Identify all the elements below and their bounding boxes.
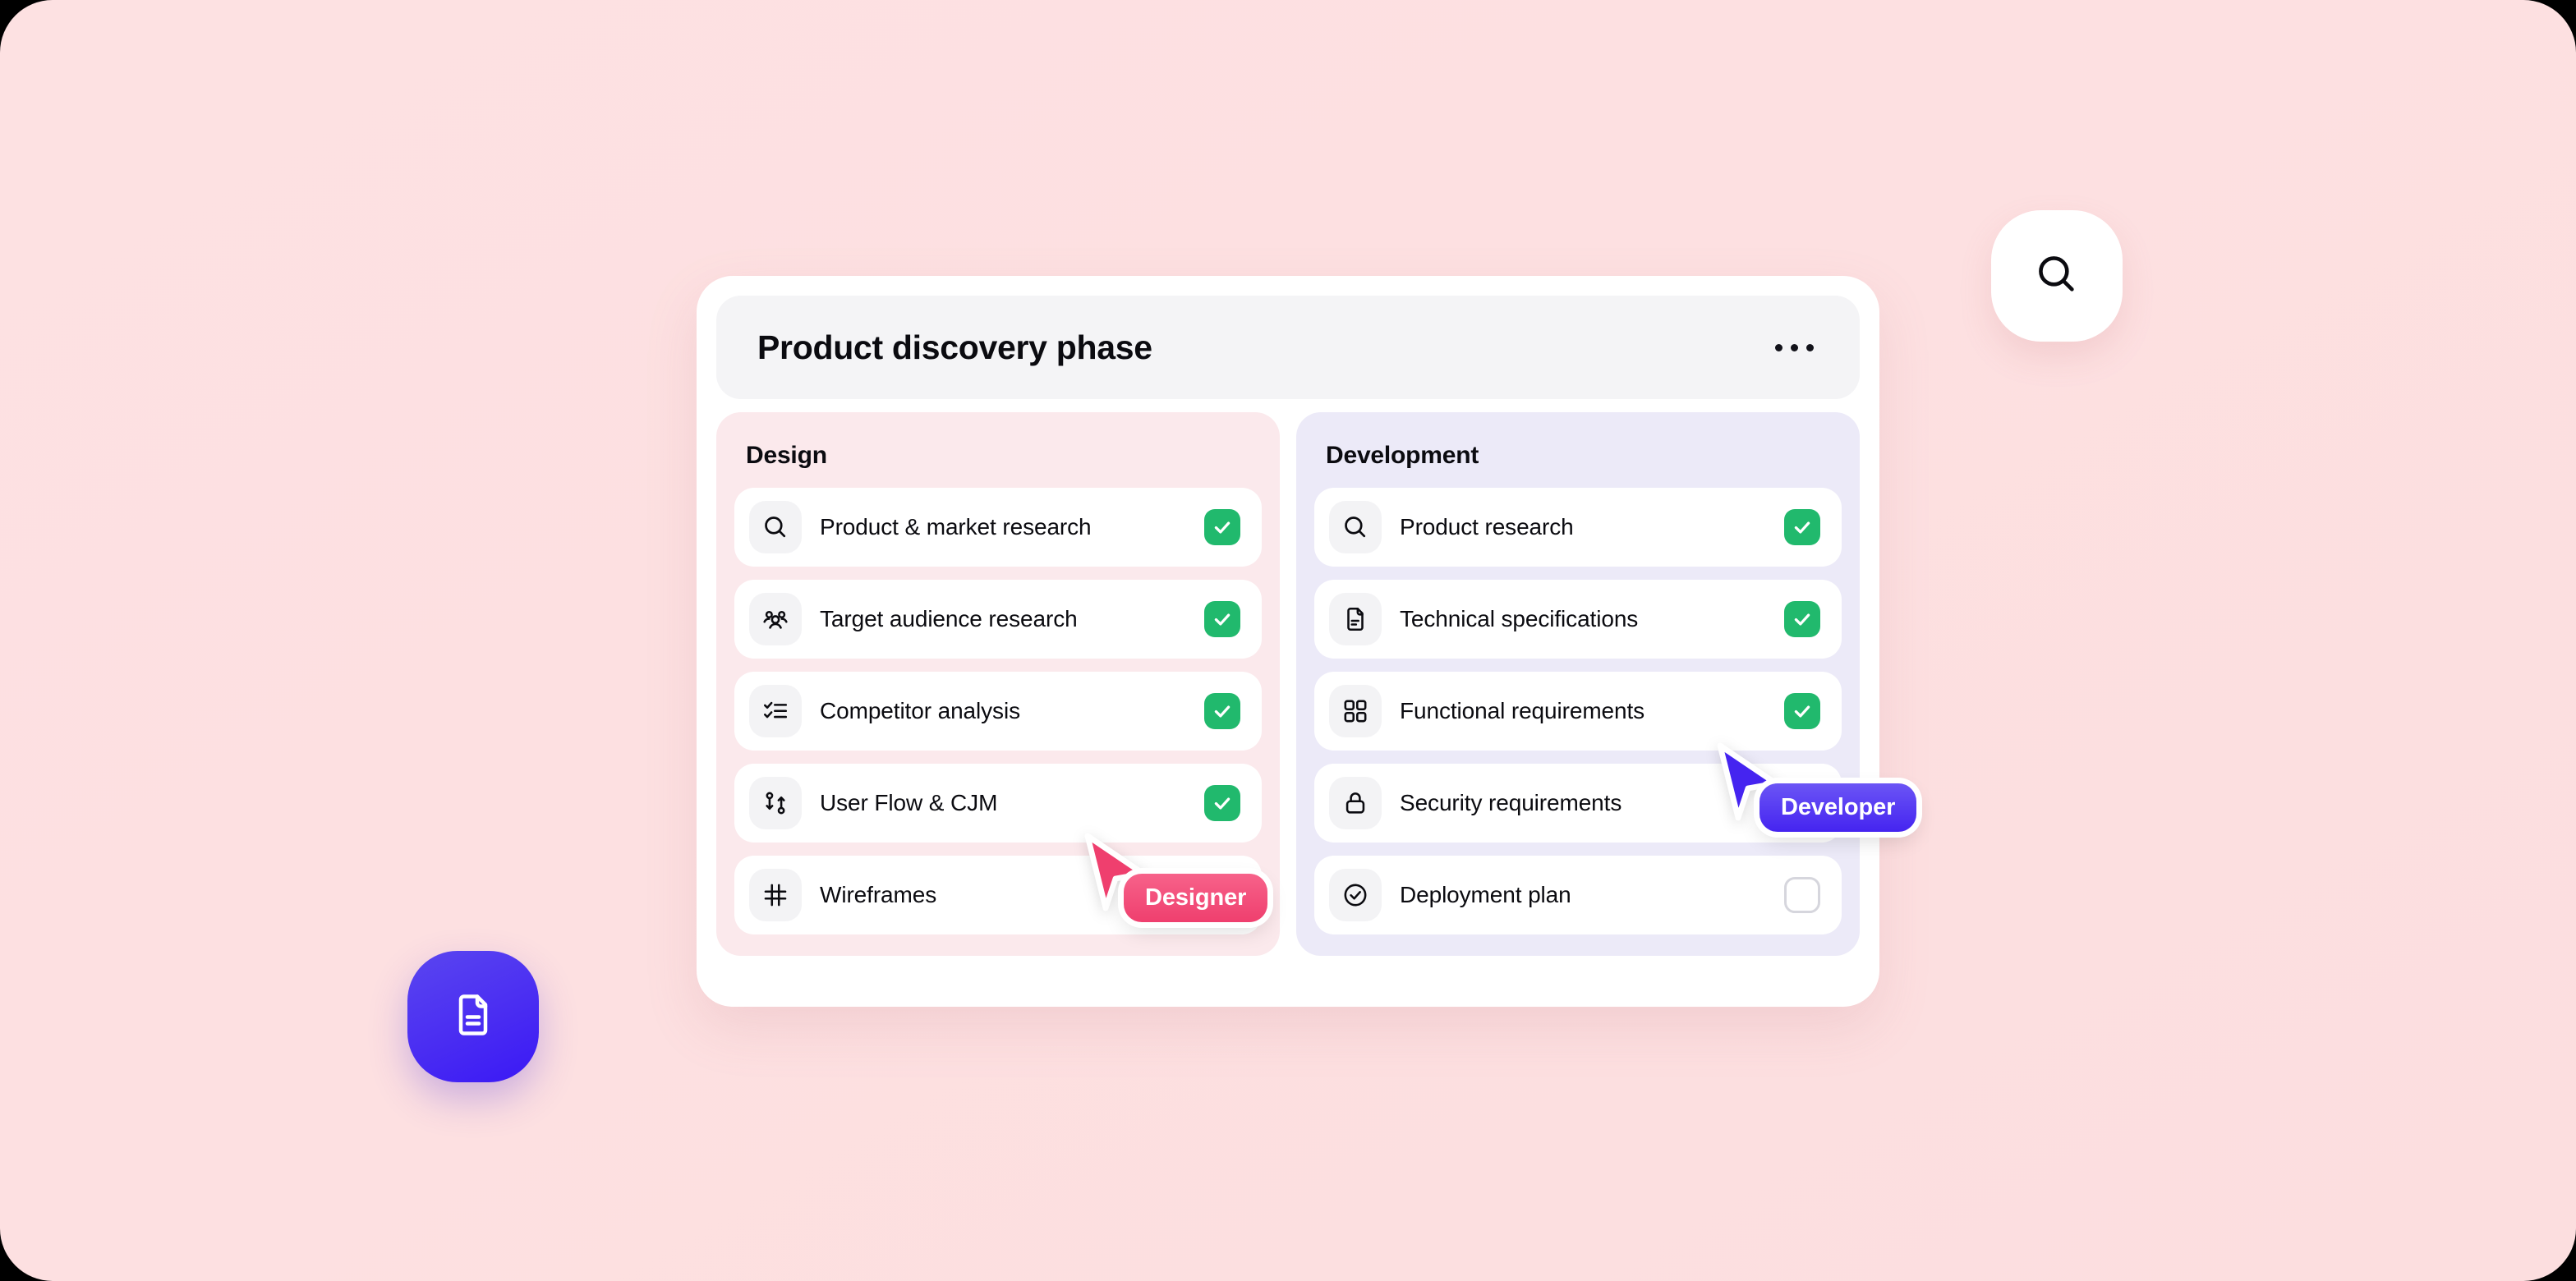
- checklist-icon: [749, 685, 802, 737]
- task-row[interactable]: Competitor analysis: [734, 672, 1262, 751]
- task-label: Target audience research: [820, 606, 1078, 631]
- task-checkbox[interactable]: [1784, 601, 1820, 637]
- dot-1: [1775, 343, 1782, 351]
- dot-2: [1791, 343, 1798, 351]
- task-checkbox[interactable]: [1784, 693, 1820, 729]
- task-checkbox[interactable]: [1784, 877, 1820, 913]
- task-row[interactable]: Target audience research: [734, 580, 1262, 659]
- task-label: Product & market research: [820, 514, 1092, 539]
- users-icon: [749, 593, 802, 645]
- lock-icon: [1329, 777, 1382, 829]
- column-development: Development Product research Technical s…: [1296, 412, 1860, 956]
- task-list-development: Product research Technical specification…: [1314, 488, 1842, 934]
- app-canvas: Product discovery phase Design Product &…: [0, 0, 2576, 1281]
- task-checkbox[interactable]: [1204, 601, 1240, 637]
- search-icon: [749, 501, 802, 553]
- column-title-development: Development: [1326, 442, 1479, 469]
- task-checkbox[interactable]: [1204, 693, 1240, 729]
- task-checkbox[interactable]: [1204, 509, 1240, 545]
- search-icon: [2033, 250, 2081, 302]
- board-card: Product discovery phase Design Product &…: [697, 276, 1879, 1007]
- document-icon: [1329, 593, 1382, 645]
- column-title-design: Design: [746, 442, 827, 469]
- dot-3: [1806, 343, 1814, 351]
- more-options-button[interactable]: [1770, 333, 1819, 363]
- task-row[interactable]: Deployment plan: [1314, 856, 1842, 934]
- floating-search-chip[interactable]: [1991, 210, 2123, 342]
- task-row[interactable]: Product research: [1314, 488, 1842, 567]
- git-branch-icon: [749, 777, 802, 829]
- task-label: Competitor analysis: [820, 698, 1020, 723]
- task-list-design: Product & market research Target audienc…: [734, 488, 1262, 934]
- task-row[interactable]: Technical specifications: [1314, 580, 1842, 659]
- developer-cursor-badge: Developer: [1760, 783, 1917, 832]
- task-label: Deployment plan: [1400, 882, 1571, 907]
- task-row[interactable]: Product & market research: [734, 488, 1262, 567]
- task-label: User Flow & CJM: [820, 790, 998, 815]
- floating-document-chip[interactable]: [407, 951, 539, 1082]
- hash-grid-icon: [749, 869, 802, 921]
- page-title: Product discovery phase: [757, 328, 1152, 366]
- designer-cursor-badge: Designer: [1124, 874, 1268, 922]
- columns-container: Design Product & market research Target …: [716, 412, 1860, 956]
- task-checkbox[interactable]: [1204, 785, 1240, 821]
- board-header: Product discovery phase: [716, 296, 1860, 399]
- document-icon: [448, 990, 498, 1044]
- search-icon: [1329, 501, 1382, 553]
- task-label: Product research: [1400, 514, 1574, 539]
- task-row[interactable]: User Flow & CJM: [734, 764, 1262, 843]
- task-checkbox[interactable]: [1784, 509, 1820, 545]
- task-label: Functional requirements: [1400, 698, 1645, 723]
- task-label: Technical specifications: [1400, 606, 1639, 631]
- check-circle-icon: [1329, 869, 1382, 921]
- grid-squares-icon: [1329, 685, 1382, 737]
